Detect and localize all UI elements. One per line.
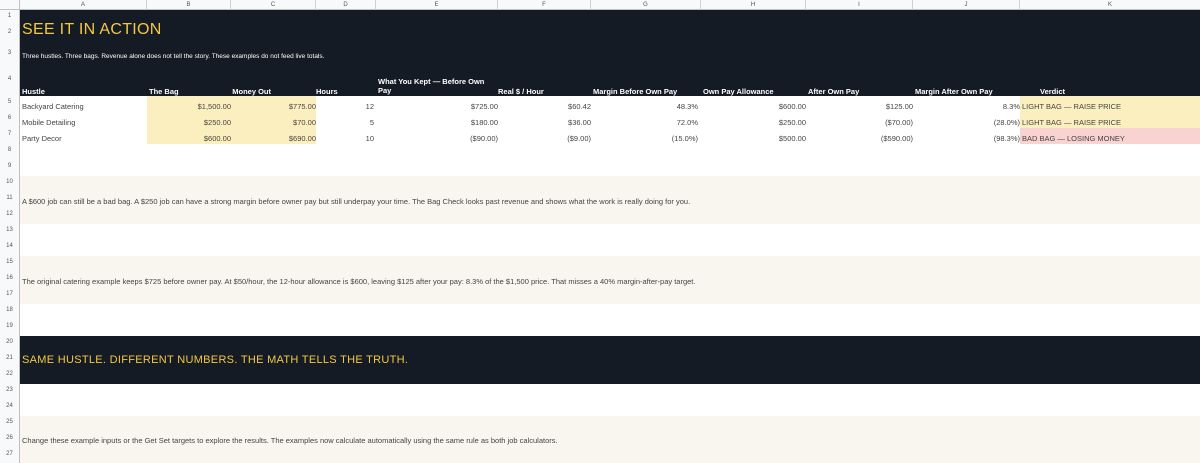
row-header-8[interactable]: 8 xyxy=(0,144,20,160)
header-the-bag[interactable]: The Bag xyxy=(149,87,179,96)
header-hustle[interactable]: Hustle xyxy=(22,87,45,96)
cell-hustle[interactable]: Mobile Detailing xyxy=(22,118,75,127)
row-header-3[interactable]: 3 xyxy=(0,42,20,64)
row-header-1[interactable]: 1 xyxy=(0,10,20,26)
cell-hustle[interactable]: Party Decor xyxy=(22,134,62,143)
row-header-19[interactable]: 19 xyxy=(0,320,20,336)
row-header-17[interactable]: 17 xyxy=(0,288,20,304)
cell-margin-before[interactable]: (15.0%) xyxy=(591,134,698,143)
note-text-1[interactable]: A $600 job can still be a bad bag. A $25… xyxy=(22,197,690,206)
cell-allowance[interactable]: $250.00 xyxy=(701,118,806,127)
header-margin-after[interactable]: Margin After Own Pay xyxy=(915,87,993,96)
cell-kept[interactable]: $180.00 xyxy=(376,118,498,127)
header-verdict[interactable]: Verdict xyxy=(1040,87,1065,96)
row-header-26[interactable]: 26 xyxy=(0,432,20,448)
cell-margin-after[interactable]: 8.3% xyxy=(913,102,1020,111)
cell-margin-before[interactable]: 48.3% xyxy=(591,102,698,111)
cell-after-pay[interactable]: $125.00 xyxy=(806,102,913,111)
cell-margin-before[interactable]: 72.0% xyxy=(591,118,698,127)
column-header-i[interactable]: I xyxy=(806,0,913,10)
cell-hours[interactable]: 10 xyxy=(316,134,374,143)
row-header-25[interactable]: 25 xyxy=(0,416,20,432)
cell-allowance[interactable]: $600.00 xyxy=(701,102,806,111)
row-header-18[interactable]: 18 xyxy=(0,304,20,320)
row-header-21[interactable]: 21 xyxy=(0,352,20,368)
cell-kept[interactable]: $725.00 xyxy=(376,102,498,111)
column-header-j[interactable]: J xyxy=(913,0,1020,10)
column-header-f[interactable]: F xyxy=(498,0,591,10)
cell-margin-after[interactable]: (28.0%) xyxy=(913,118,1020,127)
section-title: SAME HUSTLE. DIFFERENT NUMBERS. THE MATH… xyxy=(22,354,409,366)
cell-hustle[interactable]: Backyard Catering xyxy=(22,102,84,111)
column-header-a[interactable]: A xyxy=(20,0,147,10)
cell-after-pay[interactable]: ($70.00) xyxy=(806,118,913,127)
cell-money-out[interactable]: $70.00 xyxy=(231,118,316,127)
row-header-12[interactable]: 12 xyxy=(0,208,20,224)
cell-money-out[interactable]: $690.00 xyxy=(231,134,316,143)
cell-verdict[interactable]: LIGHT BAG — RAISE PRICE xyxy=(1022,102,1121,111)
column-header-d[interactable]: D xyxy=(316,0,376,10)
cell-allowance[interactable]: $500.00 xyxy=(701,134,806,143)
column-header-c[interactable]: C xyxy=(231,0,316,10)
header-margin-before[interactable]: Margin Before Own Pay xyxy=(593,87,677,96)
cell-real-hour[interactable]: ($9.00) xyxy=(498,134,591,143)
cell-real-hour[interactable]: $36.00 xyxy=(498,118,591,127)
row-header-16[interactable]: 16 xyxy=(0,272,20,288)
header-own-pay-allowance[interactable]: Own Pay Allowance xyxy=(703,87,774,96)
row-header-15[interactable]: 15 xyxy=(0,256,20,272)
header-what-you-kept[interactable]: What You Kept — Before Own Pay xyxy=(378,77,496,95)
cell-money-out[interactable]: $775.00 xyxy=(231,102,316,111)
cell-margin-after[interactable]: (98.3%) xyxy=(913,134,1020,143)
cell-hours[interactable]: 12 xyxy=(316,102,374,111)
row-header-6[interactable]: 6 xyxy=(0,112,20,128)
column-header-g[interactable]: G xyxy=(591,0,701,10)
row-header-5[interactable]: 5 xyxy=(0,96,20,112)
row-header-27[interactable]: 27 xyxy=(0,448,20,463)
cell-verdict[interactable]: BAD BAG — LOSING MONEY xyxy=(1022,134,1125,143)
cell-bag[interactable]: $250.00 xyxy=(147,118,231,127)
row-header-11[interactable]: 11 xyxy=(0,192,20,208)
page-title: SEE IT IN ACTION xyxy=(22,21,162,38)
row-header-23[interactable]: 23 xyxy=(0,384,20,400)
note-text-3[interactable]: Change these example inputs or the Get S… xyxy=(22,436,558,445)
column-header-e[interactable]: E xyxy=(376,0,498,10)
row-header-10[interactable]: 10 xyxy=(0,176,20,192)
column-header-b[interactable]: B xyxy=(147,0,231,10)
header-after-own-pay[interactable]: After Own Pay xyxy=(808,87,859,96)
row-header-4[interactable]: 4 xyxy=(0,64,20,96)
row-header-13[interactable]: 13 xyxy=(0,224,20,240)
row-header-24[interactable]: 24 xyxy=(0,400,20,416)
cell-hours[interactable]: 5 xyxy=(316,118,374,127)
page-subtitle: Three hustles. Three bags. Revenue alone… xyxy=(22,53,325,60)
note-text-2[interactable]: The original catering example keeps $725… xyxy=(22,277,695,286)
row-header-2[interactable]: 2 xyxy=(0,26,20,42)
cell-kept[interactable]: ($90.00) xyxy=(376,134,498,143)
cell-verdict[interactable]: LIGHT BAG — RAISE PRICE xyxy=(1022,118,1121,127)
row-header-22[interactable]: 22 xyxy=(0,368,20,384)
row-header-7[interactable]: 7 xyxy=(0,128,20,144)
select-all-corner[interactable] xyxy=(0,0,20,10)
cell-bag[interactable]: $1,500.00 xyxy=(147,102,231,111)
row-header-9[interactable]: 9 xyxy=(0,160,20,176)
header-money-out[interactable]: Money Out xyxy=(231,87,271,96)
cell-after-pay[interactable]: ($590.00) xyxy=(806,134,913,143)
cell-bag[interactable]: $600.00 xyxy=(147,134,231,143)
cell-real-hour[interactable]: $60.42 xyxy=(498,102,591,111)
header-real-per-hour[interactable]: Real $ / Hour xyxy=(498,87,544,96)
header-hours[interactable]: Hours xyxy=(316,87,338,96)
row-header-14[interactable]: 14 xyxy=(0,240,20,256)
row-header-20[interactable]: 20 xyxy=(0,336,20,352)
column-header-k[interactable]: K xyxy=(1020,0,1200,10)
column-header-h[interactable]: H xyxy=(701,0,806,10)
